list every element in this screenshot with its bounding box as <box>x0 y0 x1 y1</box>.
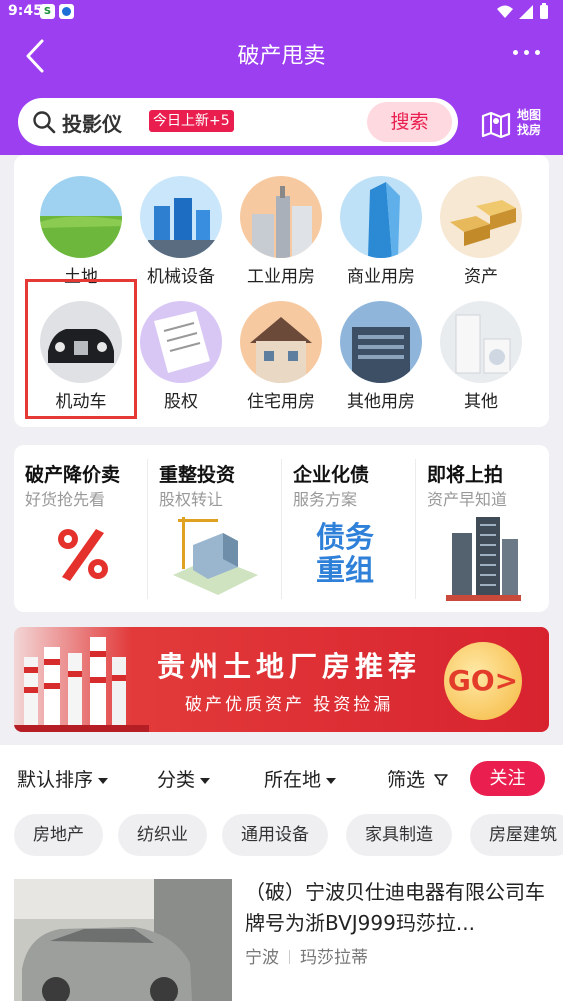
land-image <box>40 176 122 258</box>
appliances-image <box>440 301 522 383</box>
new-items-badge: 今日上新+5 <box>149 110 234 132</box>
filter-icon <box>434 774 448 786</box>
category-dropdown[interactable]: 分类 <box>157 765 211 792</box>
service-upcoming-auctions[interactable]: 即将上拍 资产早知道 <box>416 445 549 612</box>
category-machinery[interactable]: 机械设备 <box>131 155 231 287</box>
sort-dropdown[interactable]: 默认排序 <box>17 765 109 792</box>
service-restructuring[interactable]: 重整投资 股权转让 <box>148 445 281 612</box>
search-query: 投影仪 <box>62 112 122 136</box>
chip-general-equipment[interactable]: 通用设备 <box>222 814 328 856</box>
industrial-building-image <box>240 176 322 258</box>
banner-go-button[interactable]: GO> <box>444 642 522 720</box>
status-icons <box>497 3 548 19</box>
listing-brand: 玛莎拉蒂 <box>300 948 368 968</box>
signal-icon <box>519 5 533 19</box>
towers-icon <box>446 517 521 601</box>
service-debt-resolution[interactable]: 企业化债 服务方案 债务 重组 <box>282 445 415 612</box>
category-commercial[interactable]: 商业用房 <box>331 155 431 287</box>
chip-furniture[interactable]: 家具制造 <box>346 814 452 856</box>
chevron-down-icon <box>200 777 211 784</box>
machinery-image <box>140 176 222 258</box>
listing-meta: 宁波 玛莎拉蒂 <box>245 943 368 968</box>
category-equity[interactable]: 股权 <box>131 280 231 412</box>
category-assets[interactable]: 资产 <box>431 155 531 287</box>
contract-image <box>140 301 222 383</box>
wifi-icon <box>497 5 513 18</box>
listing-thumbnail[interactable] <box>14 879 232 1001</box>
other-building-image <box>340 301 422 383</box>
status-time: 9:45 <box>8 3 43 19</box>
percent-icon <box>58 529 108 581</box>
listing-title[interactable]: （破）宁波贝仕迪电器有限公司车牌号为浙BVJ999玛莎拉... <box>245 877 550 939</box>
page-title: 破产甩卖 <box>237 44 326 69</box>
commercial-building-image <box>340 176 422 258</box>
chip-building-construction[interactable]: 房屋建筑 <box>470 814 563 856</box>
location-dropdown[interactable]: 所在地 <box>264 765 337 792</box>
services-panel: 破产降价卖 好货抢先看 重整投资 股权转让 企业化债 服务方案 债务 重组 即将上… <box>14 445 549 612</box>
house-image <box>240 301 322 383</box>
map-search-button[interactable]: 地图 找房 <box>476 104 556 144</box>
listing-city: 宁波 <box>245 948 279 968</box>
chevron-down-icon <box>326 777 337 784</box>
more-options-icon[interactable] <box>513 50 541 58</box>
highlight-selection-box <box>25 279 137 419</box>
gold-bars-image <box>440 176 522 258</box>
debt-restructuring-graphic: 债务 重组 <box>316 520 375 587</box>
service-discount-sale[interactable]: 破产降价卖 好货抢先看 <box>14 445 147 612</box>
search-button[interactable]: 搜索 <box>367 102 452 142</box>
app-notification-icon: S <box>40 4 55 19</box>
category-other-buildings[interactable]: 其他用房 <box>331 280 431 412</box>
map-icon <box>481 111 511 139</box>
promo-banner[interactable]: 贵州土地厂房推荐 破产优质资产 投资捡漏 GO> <box>14 627 549 732</box>
chip-textile[interactable]: 纺织业 <box>118 814 207 856</box>
app-notification-icon-2 <box>59 4 74 19</box>
map-label: 地图 找房 <box>517 108 542 137</box>
banner-title: 贵州土地厂房推荐 <box>157 650 422 683</box>
category-other[interactable]: 其他 <box>431 280 531 412</box>
divider <box>289 950 290 964</box>
category-land[interactable]: 土地 <box>31 155 131 287</box>
status-bar: 9:45 S <box>0 0 563 24</box>
follow-button[interactable]: 关注 <box>470 761 545 796</box>
chevron-down-icon <box>98 777 109 784</box>
factory-silos-illustration <box>14 637 149 732</box>
category-residential[interactable]: 住宅用房 <box>231 280 331 412</box>
construction-icon <box>173 517 258 595</box>
chip-real-estate[interactable]: 房地产 <box>14 814 103 856</box>
search-bar[interactable]: 投影仪 今日上新+5 搜索 <box>18 98 458 146</box>
search-icon <box>33 111 56 134</box>
banner-subtitle: 破产优质资产 投资捡漏 <box>185 695 394 715</box>
category-industrial[interactable]: 工业用房 <box>231 155 331 287</box>
filter-button[interactable]: 筛选 <box>387 765 448 792</box>
battery-icon <box>540 5 548 19</box>
listing-section: 默认排序 分类 所在地 筛选 关注 房地产 纺织业 通用设备 家具制造 房屋建筑… <box>0 745 563 1001</box>
